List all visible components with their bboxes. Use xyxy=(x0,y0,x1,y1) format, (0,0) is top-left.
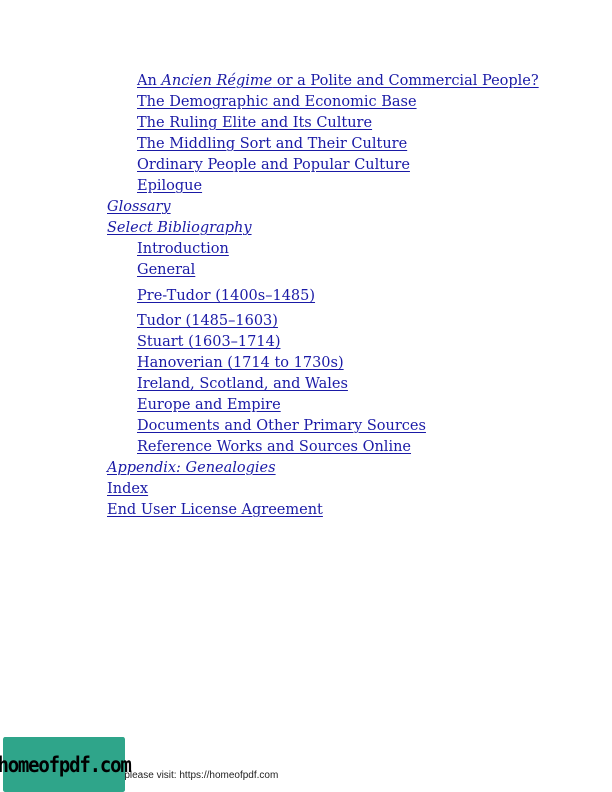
toc-link-primary-sources[interactable]: Documents and Other Primary Sources xyxy=(137,417,426,435)
toc-link-demographic-economic-base[interactable]: The Demographic and Economic Base xyxy=(137,93,417,111)
toc-link-ireland-scotland-wales[interactable]: Ireland, Scotland, and Wales xyxy=(137,375,348,393)
toc-link-index[interactable]: Index xyxy=(107,480,148,498)
toc-link-ruling-elite[interactable]: The Ruling Elite and Its Culture xyxy=(137,114,372,132)
toc-link-ordinary-people[interactable]: Ordinary People and Popular Culture xyxy=(137,156,410,174)
footer-visit-text: e please visit: https://homeofpdf.com xyxy=(116,770,279,781)
toc-text: An xyxy=(137,73,162,89)
toc-link-reference-works[interactable]: Reference Works and Sources Online xyxy=(137,438,411,456)
toc-link-end-user-license[interactable]: End User License Agreement xyxy=(107,501,323,519)
toc-link-appendix-genealogies[interactable]: Appendix: Genealogies xyxy=(107,459,276,477)
toc-link-glossary[interactable]: Glossary xyxy=(107,198,171,216)
toc-link-select-bibliography[interactable]: Select Bibliography xyxy=(107,219,252,237)
toc-link-epilogue[interactable]: Epilogue xyxy=(137,177,202,195)
toc-link-stuart[interactable]: Stuart (1603–1714) xyxy=(137,333,280,351)
toc-link-tudor[interactable]: Tudor (1485–1603) xyxy=(137,312,278,330)
watermark-logo[interactable]: homeofpdf.com xyxy=(0,737,132,792)
toc-text-italic: Ancien Régime xyxy=(161,73,273,89)
toc-link-middling-sort[interactable]: The Middling Sort and Their Culture xyxy=(137,135,407,153)
toc-link-general[interactable]: General xyxy=(137,261,195,279)
toc-link-introduction[interactable]: Introduction xyxy=(137,240,229,258)
toc-link-europe-empire[interactable]: Europe and Empire xyxy=(137,396,281,414)
toc-link-hanoverian[interactable]: Hanoverian (1714 to 1730s) xyxy=(137,354,344,372)
toc-link-ancien-regime[interactable]: An Ancien Régime or a Polite and Commerc… xyxy=(137,72,539,90)
toc-text: or a Polite and Commercial People? xyxy=(272,73,539,89)
toc-link-pre-tudor[interactable]: Pre-Tudor (1400s–1485) xyxy=(137,287,315,305)
